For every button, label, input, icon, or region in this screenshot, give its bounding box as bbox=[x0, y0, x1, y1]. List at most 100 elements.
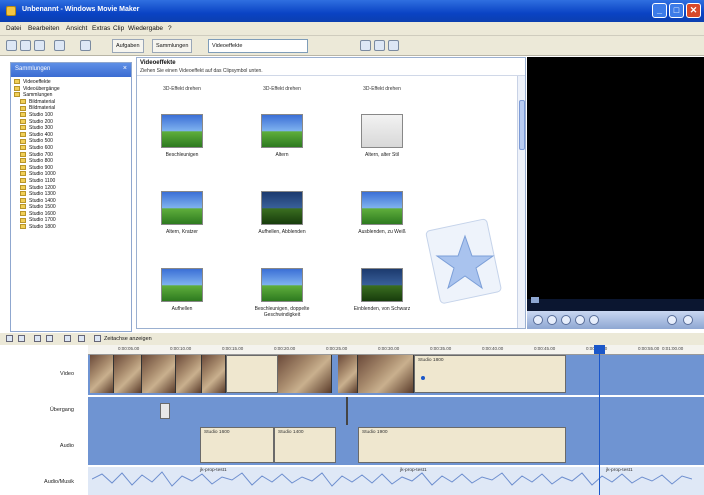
video-clip[interactable]: Studio 1800 bbox=[414, 355, 566, 393]
tree-item[interactable]: Studio 1000 bbox=[14, 171, 128, 178]
tree-item[interactable]: Studio 1600 bbox=[14, 211, 128, 218]
new-folder-icon[interactable] bbox=[374, 40, 385, 51]
minimize-button[interactable]: _ bbox=[652, 3, 667, 18]
menu-tools[interactable]: Extras bbox=[92, 25, 110, 32]
new-project-icon[interactable] bbox=[6, 40, 17, 51]
next-frame-icon[interactable] bbox=[575, 315, 585, 325]
effect-thumbnail bbox=[361, 191, 403, 225]
tree-item[interactable]: Bildmaterial bbox=[14, 99, 128, 106]
tree-item[interactable]: Studio 800 bbox=[14, 158, 128, 165]
zoom-in-icon[interactable] bbox=[34, 335, 41, 342]
effect-thumbnail bbox=[161, 114, 203, 148]
effect-tile[interactable]: Altern bbox=[247, 114, 317, 176]
audio-track[interactable]: Studio 1600 Studio 1400 Studio 1900 bbox=[88, 425, 704, 465]
video-track[interactable]: Studio 1800 bbox=[88, 355, 704, 395]
content-scrollbar[interactable] bbox=[517, 76, 525, 328]
tree-item[interactable]: Videoübergänge bbox=[14, 86, 128, 93]
audio-clip[interactable]: Studio 1400 bbox=[274, 427, 336, 463]
snapshot-icon[interactable] bbox=[683, 315, 693, 325]
audio-clip-label: Studio 1400 bbox=[278, 430, 304, 435]
stop-icon[interactable] bbox=[547, 315, 557, 325]
previous-frame-icon[interactable] bbox=[561, 315, 571, 325]
effect-tile[interactable]: Altern, Kratzer bbox=[147, 191, 217, 253]
effect-tile[interactable]: Aufhellen, Abblenden bbox=[247, 191, 317, 253]
effect-label: Aufhellen bbox=[171, 306, 193, 312]
effect-tile[interactable]: Beschleunigen bbox=[147, 114, 217, 176]
maximize-button[interactable]: □ bbox=[669, 3, 684, 18]
menu-file[interactable]: Datei bbox=[6, 25, 21, 32]
scrollbar-thumb[interactable] bbox=[519, 100, 525, 150]
views-icon[interactable] bbox=[388, 40, 399, 51]
effect-tile[interactable]: Ausblenden, zu Weiß bbox=[347, 191, 417, 253]
video-clip-thumbnail[interactable] bbox=[114, 355, 142, 393]
tree-item[interactable]: Studio 1400 bbox=[14, 198, 128, 205]
transition-dropdown[interactable] bbox=[160, 403, 170, 419]
tree-item[interactable]: Studio 1100 bbox=[14, 178, 128, 185]
audio-clip[interactable]: Studio 1900 bbox=[358, 427, 566, 463]
narrate-icon[interactable] bbox=[6, 335, 13, 342]
video-clip-thumbnail[interactable] bbox=[90, 355, 114, 393]
redo-icon[interactable] bbox=[80, 40, 91, 51]
tree-item[interactable]: Studio 600 bbox=[14, 145, 128, 152]
tree-item[interactable]: Studio 500 bbox=[14, 138, 128, 145]
menu-edit[interactable]: Bearbeiten bbox=[28, 25, 59, 32]
seek-handle[interactable] bbox=[531, 297, 539, 303]
tree-item[interactable]: Studio 1300 bbox=[14, 191, 128, 198]
effect-tile[interactable]: Einblenden, von Schwarz bbox=[347, 268, 417, 330]
open-project-icon[interactable] bbox=[20, 40, 31, 51]
zoom-out-icon[interactable] bbox=[46, 335, 53, 342]
tree-item[interactable]: Studio 300 bbox=[14, 125, 128, 132]
split-clip-icon[interactable] bbox=[667, 315, 677, 325]
tree-item[interactable]: Sammlungen bbox=[14, 92, 128, 99]
ruler-tick: 0:00:10.00 bbox=[170, 346, 192, 351]
effect-tile[interactable]: Beschleunigen, doppelte Geschwindigkeit bbox=[247, 268, 317, 330]
timeline-view-icon[interactable] bbox=[94, 335, 101, 342]
tree-item[interactable]: Studio 100 bbox=[14, 112, 128, 119]
tree-item[interactable]: Bildmaterial bbox=[14, 105, 128, 112]
video-clip-thumbnail[interactable] bbox=[142, 355, 176, 393]
audio-levels-icon[interactable] bbox=[18, 335, 25, 342]
tree-item[interactable]: Videoeffekte bbox=[14, 79, 128, 86]
fullscreen-icon[interactable] bbox=[589, 315, 599, 325]
tasks-button[interactable]: Aufgaben bbox=[112, 39, 144, 53]
tree-item[interactable]: Studio 1500 bbox=[14, 204, 128, 211]
play-timeline-icon[interactable] bbox=[78, 335, 85, 342]
audio-clip[interactable]: Studio 1600 bbox=[200, 427, 274, 463]
time-ruler[interactable]: 0:00:05.00 0:00:10.00 0:00:15.00 0:00:20… bbox=[88, 345, 704, 355]
collections-button[interactable]: Sammlungen bbox=[152, 39, 193, 53]
tree-item[interactable]: Studio 700 bbox=[14, 152, 128, 159]
menu-view[interactable]: Ansicht bbox=[66, 25, 87, 32]
transition-track[interactable] bbox=[88, 397, 704, 425]
effect-tile[interactable]: Altern, alter Stil bbox=[347, 114, 417, 176]
rewind-icon[interactable] bbox=[64, 335, 71, 342]
video-clip-thumbnail[interactable] bbox=[202, 355, 226, 393]
tree-item[interactable]: Studio 900 bbox=[14, 165, 128, 172]
save-icon[interactable] bbox=[34, 40, 45, 51]
video-clip-thumbnail[interactable] bbox=[278, 355, 332, 393]
video-clip[interactable] bbox=[226, 355, 278, 393]
video-clip-thumbnail[interactable] bbox=[358, 355, 414, 393]
menu-clip[interactable]: Clip bbox=[113, 25, 124, 32]
tree-item[interactable]: Studio 200 bbox=[14, 119, 128, 126]
timeline-view-label[interactable]: Zeitachse anzeigen bbox=[104, 336, 152, 342]
collection-combo[interactable]: Videoeffekte bbox=[208, 39, 308, 53]
playhead-handle[interactable] bbox=[594, 345, 605, 354]
play-icon[interactable] bbox=[533, 315, 543, 325]
tree-item[interactable]: Studio 1200 bbox=[14, 185, 128, 192]
close-pane-icon[interactable]: × bbox=[123, 65, 127, 72]
tree-item[interactable]: Studio 400 bbox=[14, 132, 128, 139]
effect-tile[interactable]: Aufhellen bbox=[147, 268, 217, 330]
video-clip-thumbnail[interactable] bbox=[176, 355, 202, 393]
effect-thumbnail bbox=[261, 191, 303, 225]
menu-playback[interactable]: Wiedergabe bbox=[128, 25, 163, 32]
playback-controls bbox=[527, 311, 704, 329]
up-folder-icon[interactable] bbox=[360, 40, 371, 51]
tree-item[interactable]: Studio 1700 bbox=[14, 217, 128, 224]
timeline-playhead[interactable] bbox=[599, 345, 600, 495]
video-clip-thumbnail[interactable] bbox=[338, 355, 358, 393]
close-button[interactable]: ✕ bbox=[686, 3, 701, 18]
tree-item[interactable]: Studio 1800 bbox=[14, 224, 128, 231]
undo-icon[interactable] bbox=[54, 40, 65, 51]
effect-label: Einblenden, von Schwarz bbox=[353, 306, 411, 312]
menu-help[interactable]: ? bbox=[168, 25, 172, 32]
